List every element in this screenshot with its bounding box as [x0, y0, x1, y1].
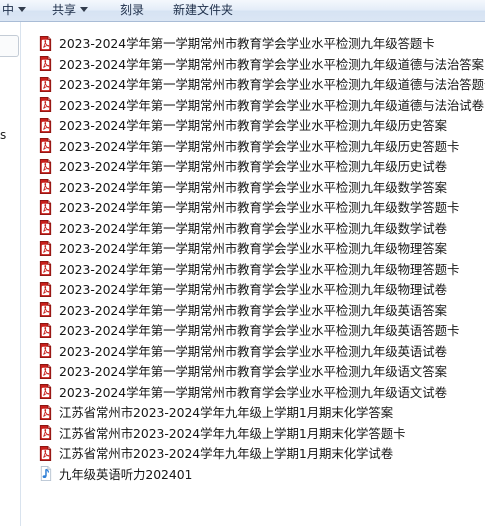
file-name: 2023-2024学年第一学期常州市教育学会学业水平检测九年级答题卡	[59, 36, 435, 52]
file-row[interactable]: 2023-2024学年第一学期常州市教育学会学业水平检测九年级英语答题卡	[38, 320, 485, 341]
burn-button[interactable]: 刻录	[120, 2, 144, 19]
file-row[interactable]: 2023-2024学年第一学期常州市教育学会学业水平检测九年级物理答案	[38, 238, 485, 259]
file-name: 2023-2024学年第一学期常州市教育学会学业水平检测九年级道德与法治试卷	[59, 97, 484, 113]
file-name: 2023-2024学年第一学期常州市教育学会学业水平检测九年级历史试卷	[59, 159, 447, 175]
pdf-icon	[39, 322, 52, 338]
new-folder-button[interactable]: 新建文件夹	[173, 2, 233, 19]
file-row[interactable]: 2023-2024学年第一学期常州市教育学会学业水平检测九年级语文答案	[38, 361, 485, 382]
file-name: 2023-2024学年第一学期常州市教育学会学业水平检测九年级道德与法治答题卡	[59, 77, 485, 93]
pdf-icon	[39, 302, 52, 318]
pdf-icon	[39, 199, 52, 215]
file-name: 2023-2024学年第一学期常州市教育学会学业水平检测九年级数学答案	[59, 179, 447, 195]
command-bar: 中 共享 刻录 新建文件夹	[0, 0, 485, 22]
pdf-icon	[39, 240, 52, 256]
pdf-icon	[39, 35, 52, 51]
pdf-icon	[39, 138, 52, 154]
file-row[interactable]: 2023-2024学年第一学期常州市教育学会学业水平检测九年级历史试卷	[38, 156, 485, 177]
file-name: 2023-2024学年第一学期常州市教育学会学业水平检测九年级语文试卷	[59, 384, 447, 400]
pdf-icon	[39, 363, 52, 379]
file-name: 2023-2024学年第一学期常州市教育学会学业水平检测九年级数学试卷	[59, 220, 447, 236]
burn-label: 刻录	[120, 3, 145, 17]
file-row[interactable]: 2023-2024学年第一学期常州市教育学会学业水平检测九年级答题卡	[38, 33, 485, 54]
file-row[interactable]: 2023-2024学年第一学期常州市教育学会学业水平检测九年级数学答案	[38, 177, 485, 198]
file-name: 江苏省常州市2023-2024学年九年级上学期1月期末化学试卷	[59, 446, 394, 462]
pdf-icon	[39, 261, 52, 277]
file-row[interactable]: 2023-2024学年第一学期常州市教育学会学业水平检测九年级历史答案	[38, 115, 485, 136]
file-row[interactable]: 2023-2024学年第一学期常州市教育学会学业水平检测九年级数学答题卡	[38, 197, 485, 218]
new-folder-label: 新建文件夹	[173, 3, 234, 17]
file-name: 2023-2024学年第一学期常州市教育学会学业水平检测九年级历史答案	[59, 118, 447, 134]
nav-pane-partial-label: s	[0, 128, 7, 142]
file-name: 2023-2024学年第一学期常州市教育学会学业水平检测九年级历史答题卡	[59, 138, 460, 154]
pdf-icon	[39, 425, 52, 441]
toolbar-partial-menu-button[interactable]: 中	[2, 2, 27, 19]
pdf-icon	[39, 384, 52, 400]
pdf-icon	[39, 281, 52, 297]
chevron-down-icon	[80, 7, 89, 12]
file-name: 江苏省常州市2023-2024学年九年级上学期1月期末化学答案	[59, 405, 394, 421]
pdf-icon	[39, 404, 52, 420]
explorer-window: 中 共享 刻录 新建文件夹 s 2023-2024学年第一学期常州市教育学会学业…	[0, 0, 485, 526]
file-row[interactable]: 2023-2024学年第一学期常州市教育学会学业水平检测九年级道德与法治答案	[38, 54, 485, 75]
file-row[interactable]: 江苏省常州市2023-2024学年九年级上学期1月期末化学试卷	[38, 443, 485, 464]
pdf-icon	[39, 97, 52, 113]
file-row[interactable]: 2023-2024学年第一学期常州市教育学会学业水平检测九年级历史答题卡	[38, 136, 485, 157]
file-name: 江苏省常州市2023-2024学年九年级上学期1月期末化学答题卡	[59, 425, 406, 441]
file-list: 2023-2024学年第一学期常州市教育学会学业水平检测九年级答题卡 2023-…	[38, 33, 485, 484]
share-button[interactable]: 共享	[52, 2, 89, 19]
navigation-pane[interactable]: s	[0, 22, 21, 526]
file-row[interactable]: 2023-2024学年第一学期常州市教育学会学业水平检测九年级英语答案	[38, 300, 485, 321]
file-name: 2023-2024学年第一学期常州市教育学会学业水平检测九年级英语试卷	[59, 343, 447, 359]
file-row[interactable]: 2023-2024学年第一学期常州市教育学会学业水平检测九年级语文试卷	[38, 382, 485, 403]
nav-pane-item-box[interactable]	[0, 35, 19, 57]
file-row[interactable]: 江苏省常州市2023-2024学年九年级上学期1月期末化学答案	[38, 402, 485, 423]
file-row[interactable]: 江苏省常州市2023-2024学年九年级上学期1月期末化学答题卡	[38, 423, 485, 444]
pdf-icon	[39, 158, 52, 174]
pdf-icon	[39, 56, 52, 72]
pdf-icon	[39, 179, 52, 195]
file-name: 2023-2024学年第一学期常州市教育学会学业水平检测九年级物理试卷	[59, 282, 447, 298]
file-row[interactable]: 九年级英语听力202401	[38, 464, 485, 485]
file-name: 2023-2024学年第一学期常州市教育学会学业水平检测九年级物理答题卡	[59, 261, 460, 277]
pdf-icon	[39, 220, 52, 236]
pdf-icon	[39, 445, 52, 461]
pdf-icon	[39, 76, 52, 92]
file-name: 2023-2024学年第一学期常州市教育学会学业水平检测九年级物理答案	[59, 241, 447, 257]
file-name: 2023-2024学年第一学期常州市教育学会学业水平检测九年级语文答案	[59, 364, 447, 380]
file-row[interactable]: 2023-2024学年第一学期常州市教育学会学业水平检测九年级道德与法治答题卡	[38, 74, 485, 95]
toolbar-partial-menu-label: 中	[2, 3, 15, 17]
file-row[interactable]: 2023-2024学年第一学期常州市教育学会学业水平检测九年级数学试卷	[38, 218, 485, 239]
file-row[interactable]: 2023-2024学年第一学期常州市教育学会学业水平检测九年级物理答题卡	[38, 259, 485, 280]
file-name: 2023-2024学年第一学期常州市教育学会学业水平检测九年级英语答案	[59, 302, 447, 318]
file-row[interactable]: 2023-2024学年第一学期常州市教育学会学业水平检测九年级道德与法治试卷	[38, 95, 485, 116]
pdf-icon	[39, 117, 52, 133]
file-row[interactable]: 2023-2024学年第一学期常州市教育学会学业水平检测九年级英语试卷	[38, 341, 485, 362]
chevron-down-icon	[18, 7, 27, 12]
pdf-icon	[39, 343, 52, 359]
file-name: 九年级英语听力202401	[59, 466, 193, 482]
file-row[interactable]: 2023-2024学年第一学期常州市教育学会学业水平检测九年级物理试卷	[38, 279, 485, 300]
share-label: 共享	[52, 3, 77, 17]
file-name: 2023-2024学年第一学期常州市教育学会学业水平检测九年级道德与法治答案	[59, 56, 484, 72]
audio-file-icon	[40, 466, 52, 482]
file-name: 2023-2024学年第一学期常州市教育学会学业水平检测九年级英语答题卡	[59, 323, 460, 339]
file-name: 2023-2024学年第一学期常州市教育学会学业水平检测九年级数学答题卡	[59, 200, 460, 216]
